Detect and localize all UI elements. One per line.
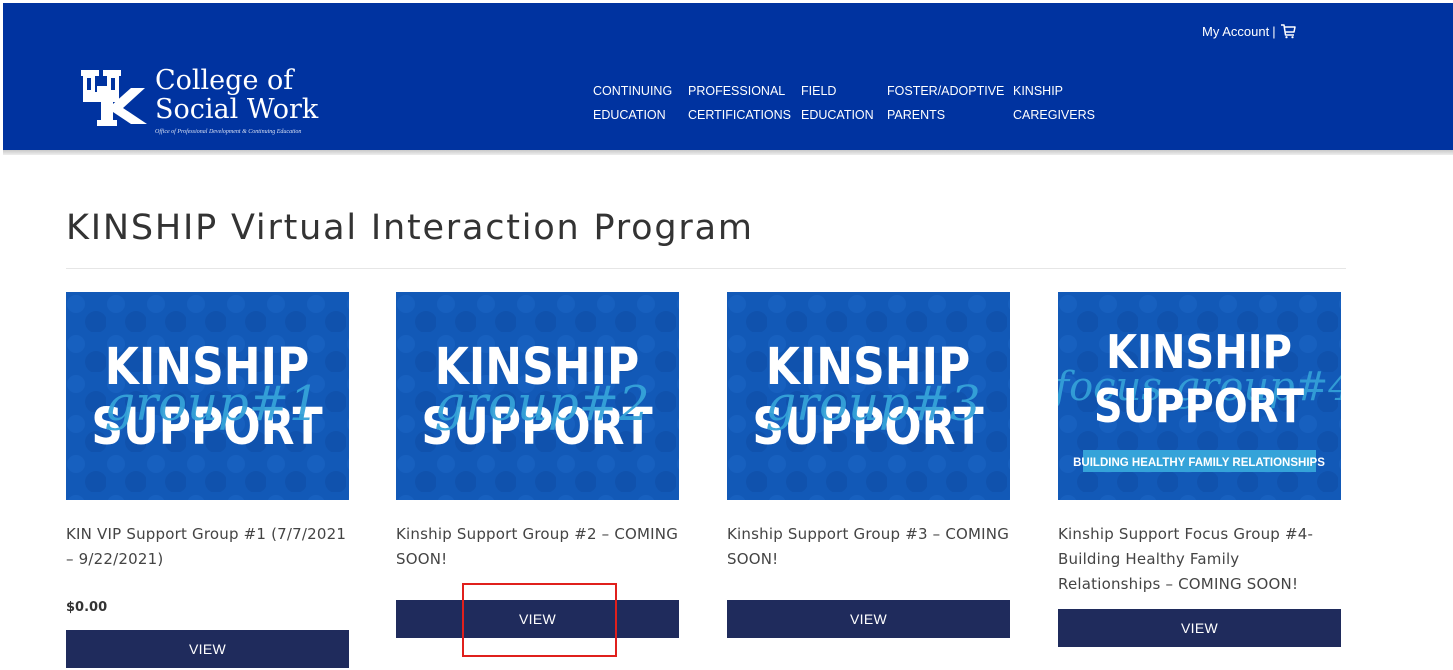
my-account-link[interactable]: My Account: [1202, 24, 1269, 39]
nav-item-foster-adoptive-parents[interactable]: FOSTER/ADOPTIVE PARENTS: [887, 79, 1004, 127]
image-banner-text: BUILDING HEALTHY FAMILY RELATIONSHIPS: [1073, 457, 1325, 469]
college-logo[interactable]: College of Social Work Office of Profess…: [81, 66, 331, 146]
product-card: KINSHIP SUPPORT group#3 Kinship Support …: [727, 292, 1010, 638]
product-image-art: KINSHIP SUPPORT group#2: [396, 292, 679, 500]
nav-item-line: PROFESSIONAL: [688, 84, 786, 98]
account-area: My Account |: [1202, 21, 1296, 41]
view-button[interactable]: VIEW: [727, 600, 1010, 638]
image-script-word: group: [105, 376, 249, 432]
image-number: #2: [579, 376, 650, 432]
nav-item-line: EDUCATION: [593, 108, 666, 122]
product-name[interactable]: Kinship Support Group #3 – COMING SOON!: [727, 522, 1010, 572]
image-script-text: group#2: [435, 376, 650, 432]
image-number: #3: [910, 376, 981, 432]
product-price: $0.00: [66, 600, 108, 615]
product-card: KINSHIP SUPPORT group#2 Kinship Support …: [396, 292, 679, 638]
nav-item-line: FOSTER/ADOPTIVE: [887, 84, 1005, 98]
nav-item-line: EDUCATION: [801, 108, 874, 122]
product-name[interactable]: Kinship Support Focus Group #4-Building …: [1058, 522, 1341, 597]
nav-item-line: PARENTS: [887, 108, 946, 122]
product-image-art: focus group#4 KINSHIP SUPPORT BUILDING H…: [1058, 292, 1341, 500]
image-script-text: group#3: [766, 376, 981, 432]
logo-title-line2: Social Work: [155, 94, 319, 125]
product-name[interactable]: KIN VIP Support Group #1 (7/7/2021 – 9/2…: [66, 522, 349, 572]
uk-logo-icon: [81, 70, 147, 126]
image-script-word: group: [435, 376, 579, 432]
account-separator: |: [1272, 23, 1276, 39]
image-title-line1: KINSHIP: [1106, 326, 1292, 379]
view-button[interactable]: VIEW: [66, 630, 349, 668]
image-number: #1: [249, 376, 320, 432]
product-card: KINSHIP SUPPORT group#1 KIN VIP Support …: [66, 292, 349, 668]
nav-item-continuing-education[interactable]: CONTINUING EDUCATION: [593, 79, 672, 127]
logo-title-line1: College of: [155, 65, 294, 96]
product-image[interactable]: focus group#4 KINSHIP SUPPORT BUILDING H…: [1058, 292, 1341, 500]
product-image[interactable]: KINSHIP SUPPORT group#2: [396, 292, 679, 500]
product-image-art: KINSHIP SUPPORT group#3: [727, 292, 1010, 500]
nav-item-line: CAREGIVERS: [1013, 108, 1095, 122]
product-image-art: KINSHIP SUPPORT group#1: [66, 292, 349, 500]
nav-item-kinship-caregivers[interactable]: KINSHIP CAREGIVERS: [1013, 79, 1095, 127]
product-image[interactable]: KINSHIP SUPPORT group#1: [66, 292, 349, 500]
site-header: College of Social Work Office of Profess…: [3, 3, 1453, 150]
image-script-text: group#1: [105, 376, 320, 432]
header-shadow: [3, 150, 1453, 155]
nav-item-line: CONTINUING: [593, 84, 673, 98]
title-divider: [66, 268, 1346, 269]
nav-item-field-education[interactable]: FIELD EDUCATION: [801, 79, 874, 127]
nav-item-line: CERTIFICATIONS: [688, 108, 792, 122]
product-image[interactable]: KINSHIP SUPPORT group#3: [727, 292, 1010, 500]
view-button[interactable]: VIEW: [396, 600, 679, 638]
image-script-word: group: [766, 376, 910, 432]
cart-icon[interactable]: [1280, 23, 1296, 39]
page-title: KINSHIP Virtual Interaction Program: [66, 208, 754, 248]
view-button[interactable]: VIEW: [1058, 609, 1341, 647]
product-card: focus group#4 KINSHIP SUPPORT BUILDING H…: [1058, 292, 1341, 647]
image-title-line2: SUPPORT: [1094, 380, 1305, 433]
logo-title: College of Social Work: [155, 66, 318, 124]
nav-item-professional-certifications[interactable]: PROFESSIONAL CERTIFICATIONS: [688, 79, 791, 127]
logo-subtitle: Office of Professional Development & Con…: [155, 129, 302, 135]
nav-item-line: KINSHIP: [1013, 84, 1064, 98]
nav-item-line: FIELD: [801, 84, 837, 98]
product-name[interactable]: Kinship Support Group #2 – COMING SOON!: [396, 522, 679, 572]
